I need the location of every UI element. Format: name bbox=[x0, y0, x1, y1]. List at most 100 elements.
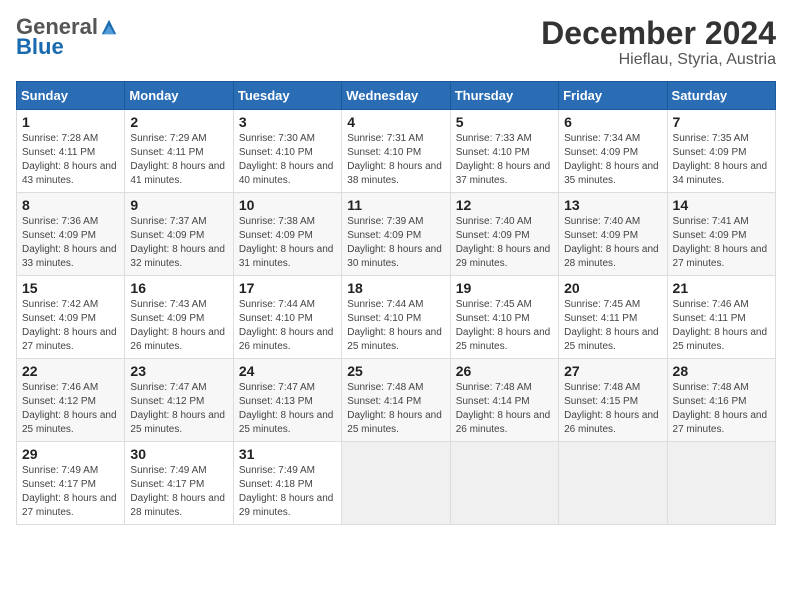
day-detail: Sunrise: 7:49 AM Sunset: 4:17 PM Dayligh… bbox=[22, 464, 119, 520]
table-cell: 16 Sunrise: 7:43 AM Sunset: 4:09 PM Dayl… bbox=[125, 276, 233, 359]
day-detail: Sunrise: 7:48 AM Sunset: 4:14 PM Dayligh… bbox=[456, 381, 553, 437]
day-number: 31 bbox=[239, 446, 336, 462]
day-detail: Sunrise: 7:43 AM Sunset: 4:09 PM Dayligh… bbox=[130, 298, 227, 354]
day-number: 22 bbox=[22, 363, 119, 379]
day-detail: Sunrise: 7:49 AM Sunset: 4:18 PM Dayligh… bbox=[239, 464, 336, 520]
table-cell: 11 Sunrise: 7:39 AM Sunset: 4:09 PM Dayl… bbox=[342, 193, 450, 276]
day-detail: Sunrise: 7:44 AM Sunset: 4:10 PM Dayligh… bbox=[239, 298, 336, 354]
calendar-header-row: Sunday Monday Tuesday Wednesday Thursday… bbox=[17, 82, 776, 110]
day-number: 12 bbox=[456, 197, 553, 213]
day-detail: Sunrise: 7:35 AM Sunset: 4:09 PM Dayligh… bbox=[673, 132, 770, 188]
day-number: 27 bbox=[564, 363, 661, 379]
table-cell: 19 Sunrise: 7:45 AM Sunset: 4:10 PM Dayl… bbox=[450, 276, 558, 359]
table-cell: 4 Sunrise: 7:31 AM Sunset: 4:10 PM Dayli… bbox=[342, 110, 450, 193]
day-detail: Sunrise: 7:31 AM Sunset: 4:10 PM Dayligh… bbox=[347, 132, 444, 188]
col-thursday: Thursday bbox=[450, 82, 558, 110]
day-number: 18 bbox=[347, 280, 444, 296]
day-number: 16 bbox=[130, 280, 227, 296]
day-detail: Sunrise: 7:46 AM Sunset: 4:12 PM Dayligh… bbox=[22, 381, 119, 437]
day-number: 13 bbox=[564, 197, 661, 213]
table-cell: 30 Sunrise: 7:49 AM Sunset: 4:17 PM Dayl… bbox=[125, 442, 233, 525]
col-saturday: Saturday bbox=[667, 82, 775, 110]
day-number: 21 bbox=[673, 280, 770, 296]
day-detail: Sunrise: 7:44 AM Sunset: 4:10 PM Dayligh… bbox=[347, 298, 444, 354]
day-number: 7 bbox=[673, 114, 770, 130]
table-cell: 12 Sunrise: 7:40 AM Sunset: 4:09 PM Dayl… bbox=[450, 193, 558, 276]
table-cell bbox=[450, 442, 558, 525]
location: Hieflau, Styria, Austria bbox=[541, 51, 776, 69]
table-cell: 14 Sunrise: 7:41 AM Sunset: 4:09 PM Dayl… bbox=[667, 193, 775, 276]
table-cell bbox=[667, 442, 775, 525]
day-detail: Sunrise: 7:34 AM Sunset: 4:09 PM Dayligh… bbox=[564, 132, 661, 188]
week-row-2: 8 Sunrise: 7:36 AM Sunset: 4:09 PM Dayli… bbox=[17, 193, 776, 276]
table-cell: 25 Sunrise: 7:48 AM Sunset: 4:14 PM Dayl… bbox=[342, 359, 450, 442]
day-number: 20 bbox=[564, 280, 661, 296]
day-number: 4 bbox=[347, 114, 444, 130]
table-cell: 22 Sunrise: 7:46 AM Sunset: 4:12 PM Dayl… bbox=[17, 359, 125, 442]
week-row-1: 1 Sunrise: 7:28 AM Sunset: 4:11 PM Dayli… bbox=[17, 110, 776, 193]
col-sunday: Sunday bbox=[17, 82, 125, 110]
table-cell bbox=[342, 442, 450, 525]
day-detail: Sunrise: 7:40 AM Sunset: 4:09 PM Dayligh… bbox=[456, 215, 553, 271]
day-number: 5 bbox=[456, 114, 553, 130]
day-detail: Sunrise: 7:48 AM Sunset: 4:16 PM Dayligh… bbox=[673, 381, 770, 437]
col-friday: Friday bbox=[559, 82, 667, 110]
day-number: 1 bbox=[22, 114, 119, 130]
table-cell: 31 Sunrise: 7:49 AM Sunset: 4:18 PM Dayl… bbox=[233, 442, 341, 525]
day-number: 3 bbox=[239, 114, 336, 130]
day-detail: Sunrise: 7:45 AM Sunset: 4:11 PM Dayligh… bbox=[564, 298, 661, 354]
table-cell bbox=[559, 442, 667, 525]
day-number: 25 bbox=[347, 363, 444, 379]
table-cell: 2 Sunrise: 7:29 AM Sunset: 4:11 PM Dayli… bbox=[125, 110, 233, 193]
table-cell: 29 Sunrise: 7:49 AM Sunset: 4:17 PM Dayl… bbox=[17, 442, 125, 525]
day-number: 26 bbox=[456, 363, 553, 379]
table-cell: 27 Sunrise: 7:48 AM Sunset: 4:15 PM Dayl… bbox=[559, 359, 667, 442]
col-monday: Monday bbox=[125, 82, 233, 110]
day-number: 2 bbox=[130, 114, 227, 130]
table-cell: 1 Sunrise: 7:28 AM Sunset: 4:11 PM Dayli… bbox=[17, 110, 125, 193]
day-detail: Sunrise: 7:40 AM Sunset: 4:09 PM Dayligh… bbox=[564, 215, 661, 271]
table-cell: 3 Sunrise: 7:30 AM Sunset: 4:10 PM Dayli… bbox=[233, 110, 341, 193]
day-number: 29 bbox=[22, 446, 119, 462]
table-cell: 5 Sunrise: 7:33 AM Sunset: 4:10 PM Dayli… bbox=[450, 110, 558, 193]
day-detail: Sunrise: 7:41 AM Sunset: 4:09 PM Dayligh… bbox=[673, 215, 770, 271]
logo-blue-text: Blue bbox=[16, 34, 64, 60]
table-cell: 8 Sunrise: 7:36 AM Sunset: 4:09 PM Dayli… bbox=[17, 193, 125, 276]
day-detail: Sunrise: 7:28 AM Sunset: 4:11 PM Dayligh… bbox=[22, 132, 119, 188]
month-year: December 2024 bbox=[541, 16, 776, 51]
day-number: 11 bbox=[347, 197, 444, 213]
day-number: 15 bbox=[22, 280, 119, 296]
day-detail: Sunrise: 7:38 AM Sunset: 4:09 PM Dayligh… bbox=[239, 215, 336, 271]
table-cell: 26 Sunrise: 7:48 AM Sunset: 4:14 PM Dayl… bbox=[450, 359, 558, 442]
day-number: 8 bbox=[22, 197, 119, 213]
week-row-4: 22 Sunrise: 7:46 AM Sunset: 4:12 PM Dayl… bbox=[17, 359, 776, 442]
day-number: 28 bbox=[673, 363, 770, 379]
col-wednesday: Wednesday bbox=[342, 82, 450, 110]
col-tuesday: Tuesday bbox=[233, 82, 341, 110]
day-detail: Sunrise: 7:29 AM Sunset: 4:11 PM Dayligh… bbox=[130, 132, 227, 188]
day-number: 19 bbox=[456, 280, 553, 296]
table-cell: 28 Sunrise: 7:48 AM Sunset: 4:16 PM Dayl… bbox=[667, 359, 775, 442]
day-number: 23 bbox=[130, 363, 227, 379]
day-detail: Sunrise: 7:37 AM Sunset: 4:09 PM Dayligh… bbox=[130, 215, 227, 271]
table-cell: 24 Sunrise: 7:47 AM Sunset: 4:13 PM Dayl… bbox=[233, 359, 341, 442]
page-header: General Blue December 2024 Hieflau, Styr… bbox=[16, 16, 776, 69]
day-detail: Sunrise: 7:49 AM Sunset: 4:17 PM Dayligh… bbox=[130, 464, 227, 520]
day-detail: Sunrise: 7:39 AM Sunset: 4:09 PM Dayligh… bbox=[347, 215, 444, 271]
day-detail: Sunrise: 7:30 AM Sunset: 4:10 PM Dayligh… bbox=[239, 132, 336, 188]
table-cell: 7 Sunrise: 7:35 AM Sunset: 4:09 PM Dayli… bbox=[667, 110, 775, 193]
day-detail: Sunrise: 7:47 AM Sunset: 4:12 PM Dayligh… bbox=[130, 381, 227, 437]
table-cell: 6 Sunrise: 7:34 AM Sunset: 4:09 PM Dayli… bbox=[559, 110, 667, 193]
title-block: December 2024 Hieflau, Styria, Austria bbox=[541, 16, 776, 69]
table-cell: 21 Sunrise: 7:46 AM Sunset: 4:11 PM Dayl… bbox=[667, 276, 775, 359]
table-cell: 13 Sunrise: 7:40 AM Sunset: 4:09 PM Dayl… bbox=[559, 193, 667, 276]
table-cell: 20 Sunrise: 7:45 AM Sunset: 4:11 PM Dayl… bbox=[559, 276, 667, 359]
day-number: 30 bbox=[130, 446, 227, 462]
table-cell: 23 Sunrise: 7:47 AM Sunset: 4:12 PM Dayl… bbox=[125, 359, 233, 442]
logo-icon bbox=[100, 18, 118, 36]
day-detail: Sunrise: 7:46 AM Sunset: 4:11 PM Dayligh… bbox=[673, 298, 770, 354]
day-number: 14 bbox=[673, 197, 770, 213]
week-row-3: 15 Sunrise: 7:42 AM Sunset: 4:09 PM Dayl… bbox=[17, 276, 776, 359]
table-cell: 17 Sunrise: 7:44 AM Sunset: 4:10 PM Dayl… bbox=[233, 276, 341, 359]
day-number: 6 bbox=[564, 114, 661, 130]
